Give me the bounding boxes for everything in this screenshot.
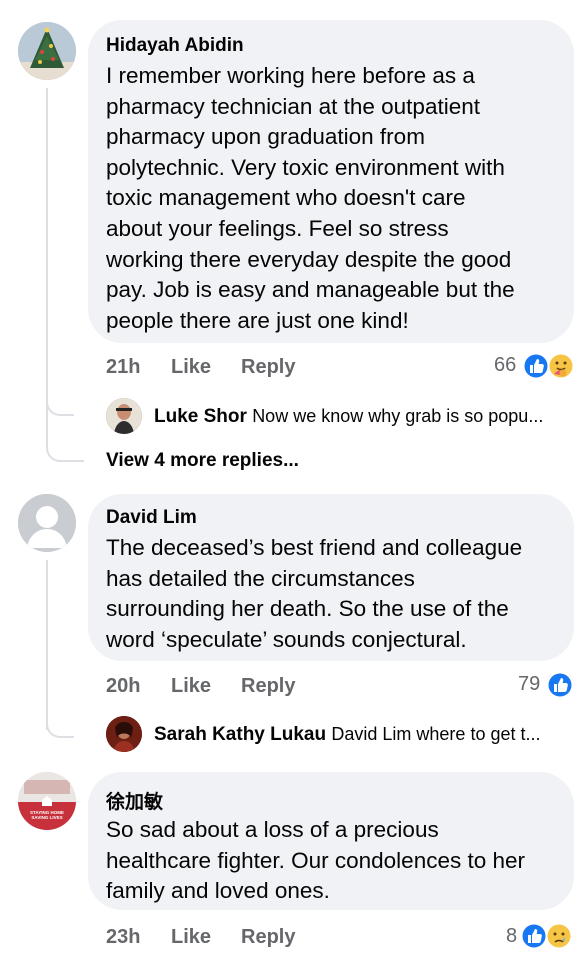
reply-author[interactable]: Sarah Kathy Lukau: [154, 724, 331, 745]
reactions[interactable]: [520, 922, 574, 950]
staying-home-saving-lives-avatar[interactable]: STAYING HOME SAVING LIVES: [18, 772, 76, 830]
sad-icon: [545, 922, 573, 950]
profile-photo-icon: [106, 716, 142, 752]
comment-line: pharmacy upon graduation from: [106, 124, 425, 150]
reply-button[interactable]: Reply: [241, 356, 295, 379]
like-icon: [520, 922, 548, 950]
thread-connector: [46, 446, 84, 462]
comment-author[interactable]: David Lim: [106, 507, 197, 529]
default-profile-icon: [18, 494, 76, 552]
like-button[interactable]: Like: [171, 675, 211, 698]
christmas-tree-avatar[interactable]: [18, 22, 76, 80]
comment-line: has detailed the circumstances: [106, 565, 415, 591]
comment-line: So sad about a loss of a precious: [106, 817, 439, 842]
comment-timestamp[interactable]: 23h: [106, 926, 140, 949]
thread-line: [46, 560, 48, 730]
reply-author[interactable]: Luke Shor: [154, 406, 252, 427]
reply-row[interactable]: Sarah Kathy Lukau David Lim where to get…: [154, 724, 574, 746]
reaction-count[interactable]: 66: [494, 354, 516, 377]
thread-line: [46, 88, 48, 448]
comment-line: The deceased’s best friend and colleague: [106, 535, 523, 560]
view-more-replies-link[interactable]: View 4 more replies...: [106, 450, 299, 472]
profile-photo-icon: [106, 398, 142, 434]
comment-line: toxic management who doesn't care: [106, 185, 466, 211]
like-button[interactable]: Like: [171, 926, 211, 949]
comment-line: surrounding her death. So the use of the: [106, 596, 509, 622]
comment-timestamp[interactable]: 21h: [106, 356, 140, 379]
christmas-tree-icon: [18, 22, 76, 80]
comment-line: about your feelings. Feel so stress: [106, 216, 449, 241]
comment-line: polytechnic. Very toxic environment with: [106, 154, 505, 180]
comment-line: healthcare fighter. Our condolences to h…: [106, 847, 526, 873]
reactions[interactable]: [546, 671, 574, 699]
thread-connector: [46, 722, 74, 738]
default-profile-avatar[interactable]: [18, 494, 76, 552]
thread-connector: [46, 400, 74, 416]
reply-avatar[interactable]: [106, 398, 142, 434]
like-icon: [522, 352, 550, 380]
avatar-badge-text: STAYING HOME SAVING LIVES: [29, 810, 64, 820]
reaction-count[interactable]: 79: [518, 673, 540, 696]
reply-preview: Now we know why grab is so popu...: [252, 406, 544, 426]
comment-line: pharmacy technician at the outpatient: [106, 93, 480, 119]
reply-row[interactable]: Luke Shor Now we know why grab is so pop…: [154, 406, 574, 428]
reply-preview: David Lim where to get t...: [331, 724, 541, 744]
like-icon: [546, 671, 574, 699]
reply-avatar[interactable]: [106, 716, 142, 752]
reaction-count[interactable]: 8: [506, 925, 517, 948]
reply-button[interactable]: Reply: [241, 675, 295, 698]
comment-author[interactable]: Hidayah Abidin: [106, 35, 244, 57]
comment-line: I remember working here before as a: [106, 63, 475, 88]
comment-line: pay. Job is easy and manageable but the: [106, 277, 515, 303]
comment-timestamp[interactable]: 20h: [106, 675, 140, 698]
like-button[interactable]: Like: [171, 356, 211, 379]
reactions[interactable]: [522, 352, 576, 380]
reply-button[interactable]: Reply: [241, 926, 295, 949]
comment-line: word ‘speculate’ sounds conjectural.: [106, 626, 467, 652]
comment-line: family and loved ones.: [106, 878, 330, 904]
comment-line: working there everyday despite the good: [106, 246, 512, 272]
care-icon: [547, 352, 575, 380]
staying-home-badge-icon: [18, 772, 76, 830]
comment-line: people there are just one kind!: [106, 307, 409, 333]
comment-author[interactable]: 徐加敏: [106, 787, 163, 814]
